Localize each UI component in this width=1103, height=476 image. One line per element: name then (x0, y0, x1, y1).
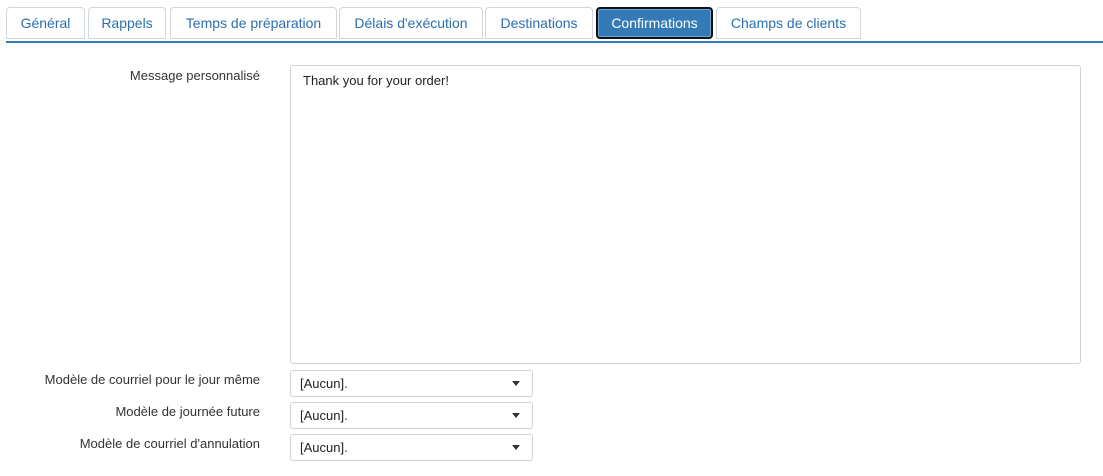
same-day-template-value: [Aucun]. (300, 376, 348, 391)
tab-champs-de-clients[interactable]: Champs de clients (716, 7, 861, 39)
caret-down-icon (512, 413, 520, 418)
message-textarea[interactable]: Thank you for your order! (290, 65, 1081, 364)
tab-delais-execution[interactable]: Délais d'exécution (339, 7, 483, 39)
tab-confirmations[interactable]: Confirmations (596, 7, 713, 39)
future-template-label: Modèle de journée future (115, 404, 260, 419)
cancel-template-label: Modèle de courriel d'annulation (79, 436, 260, 451)
future-template-value: [Aucun]. (300, 408, 348, 423)
message-label: Message personnalisé (129, 68, 260, 83)
caret-down-icon (512, 381, 520, 386)
caret-down-icon (512, 445, 520, 450)
tab-rappels[interactable]: Rappels (88, 7, 166, 39)
same-day-template-select[interactable]: [Aucun]. (290, 370, 533, 397)
future-template-select[interactable]: [Aucun]. (290, 402, 533, 429)
tab-temps-de-preparation[interactable]: Temps de préparation (170, 7, 337, 39)
tab-bar: Général Rappels Temps de préparation Dél… (6, 7, 1103, 43)
tab-destinations[interactable]: Destinations (485, 7, 593, 39)
cancel-template-select[interactable]: [Aucun]. (290, 434, 533, 461)
same-day-template-label: Modèle de courriel pour le jour même (44, 372, 260, 387)
tab-general[interactable]: Général (6, 7, 85, 39)
cancel-template-value: [Aucun]. (300, 440, 348, 455)
